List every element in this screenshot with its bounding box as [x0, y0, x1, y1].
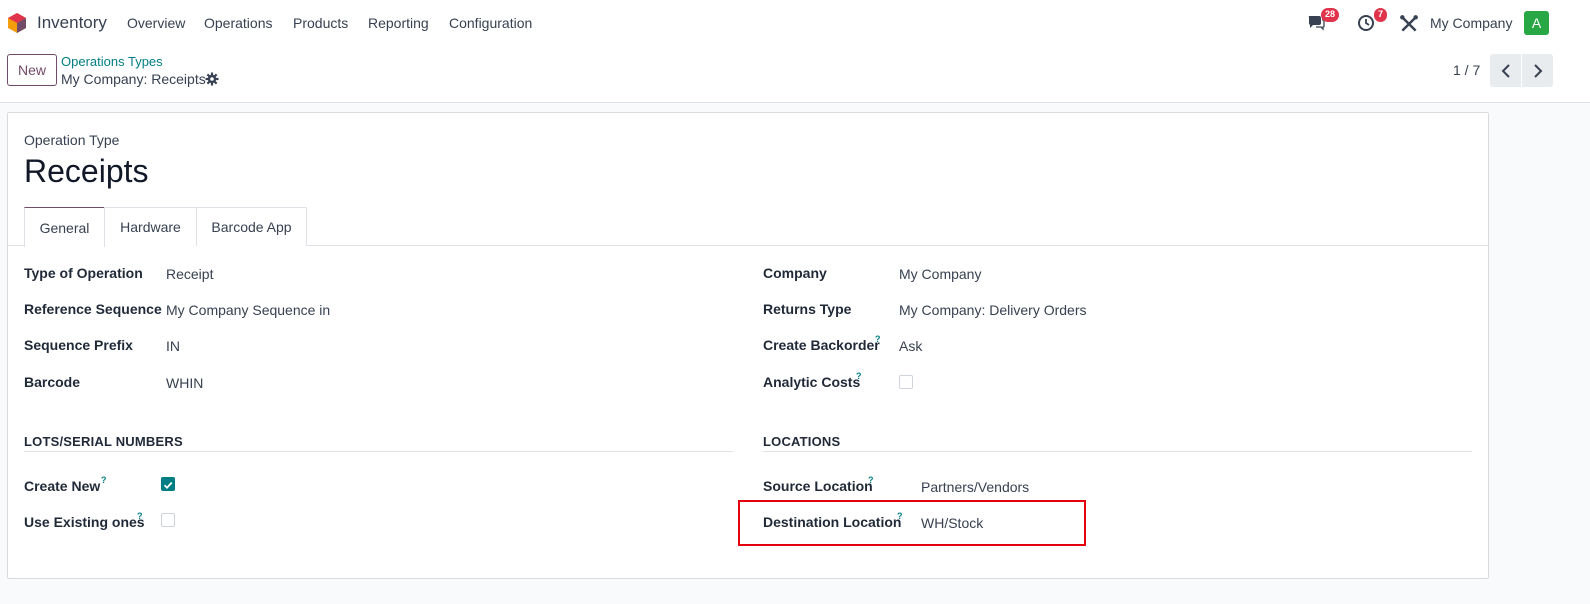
tab-barcode-app[interactable]: Barcode App: [196, 207, 307, 246]
returns-type-field[interactable]: My Company: Delivery Orders: [899, 302, 1087, 318]
company-field[interactable]: My Company: [899, 266, 981, 282]
reference-sequence-label: Reference Sequence: [24, 301, 162, 317]
chevron-right-icon: [1533, 63, 1542, 78]
pager-next-button[interactable]: [1522, 54, 1553, 87]
sequence-prefix-label: Sequence Prefix: [24, 337, 133, 353]
company-label: Company: [763, 265, 827, 281]
company-switcher[interactable]: My Company: [1430, 15, 1512, 31]
top-navbar: Inventory Overview Operations Products R…: [0, 0, 1590, 46]
tab-hardware[interactable]: Hardware: [104, 207, 197, 246]
breadcrumb-current-record: My Company: Receipts: [61, 71, 206, 87]
control-panel: New Operations Types My Company: Receipt…: [0, 46, 1590, 103]
user-avatar[interactable]: A: [1524, 11, 1549, 35]
pager-previous-button[interactable]: [1490, 54, 1521, 87]
use-existing-help-icon[interactable]: ?: [137, 511, 143, 521]
create-backorder-help-icon[interactable]: ?: [875, 334, 881, 344]
messages-count-badge: 28: [1320, 8, 1339, 22]
analytic-costs-checkbox[interactable]: [899, 375, 913, 389]
operation-type-label: Operation Type: [24, 132, 120, 148]
lots-section-divider: [24, 451, 733, 452]
form-tabs: General Hardware Barcode App: [8, 207, 1488, 247]
menu-operations[interactable]: Operations: [204, 15, 272, 31]
new-button[interactable]: New: [7, 54, 57, 86]
type-of-operation-label: Type of Operation: [24, 265, 143, 281]
messages-button[interactable]: 28: [1307, 8, 1339, 33]
sequence-prefix-field[interactable]: IN: [166, 338, 180, 354]
analytic-costs-label: Analytic Costs: [763, 374, 861, 390]
checkmark-icon: [163, 481, 173, 489]
locations-section-divider: [763, 451, 1472, 452]
activities-button[interactable]: 7: [1357, 8, 1387, 33]
barcode-label: Barcode: [24, 374, 81, 390]
tools-icon[interactable]: [1399, 14, 1419, 34]
chevron-left-icon: [1501, 63, 1510, 78]
create-backorder-label: Create Backorder: [763, 337, 880, 353]
barcode-field[interactable]: WHIN: [166, 375, 203, 391]
tab-general[interactable]: General: [24, 207, 105, 247]
menu-overview[interactable]: Overview: [127, 15, 185, 31]
create-new-help-icon[interactable]: ?: [101, 475, 107, 485]
type-of-operation-field[interactable]: Receipt: [166, 266, 213, 282]
use-existing-checkbox[interactable]: [161, 513, 175, 527]
analytic-costs-help-icon[interactable]: ?: [856, 371, 862, 381]
gear-icon[interactable]: [205, 72, 219, 86]
source-location-help-icon[interactable]: ?: [868, 475, 874, 485]
use-existing-label: Use Existing ones: [24, 514, 145, 530]
breadcrumb-operations-types[interactable]: Operations Types: [61, 54, 163, 69]
pager-value[interactable]: 1 / 7: [1453, 62, 1480, 78]
source-location-label: Source Location: [763, 478, 873, 494]
clock-icon: [1358, 15, 1374, 31]
locations-section-title: LOCATIONS: [763, 434, 841, 449]
returns-type-label: Returns Type: [763, 301, 852, 317]
activities-count-badge: 7: [1373, 8, 1387, 22]
app-name[interactable]: Inventory: [37, 13, 107, 33]
create-backorder-field[interactable]: Ask: [899, 338, 922, 354]
menu-reporting[interactable]: Reporting: [368, 15, 429, 31]
destination-location-highlight-box: [738, 500, 1086, 546]
menu-products[interactable]: Products: [293, 15, 348, 31]
lots-serial-section-title: LOTS/SERIAL NUMBERS: [24, 434, 183, 449]
menu-configuration[interactable]: Configuration: [449, 15, 532, 31]
source-location-field[interactable]: Partners/Vendors: [921, 479, 1029, 495]
create-new-checkbox[interactable]: [161, 477, 175, 491]
page-title[interactable]: Receipts: [24, 153, 149, 190]
reference-sequence-field[interactable]: My Company Sequence in: [166, 302, 330, 318]
inventory-app-icon[interactable]: [7, 12, 27, 34]
create-new-label: Create New: [24, 478, 101, 494]
